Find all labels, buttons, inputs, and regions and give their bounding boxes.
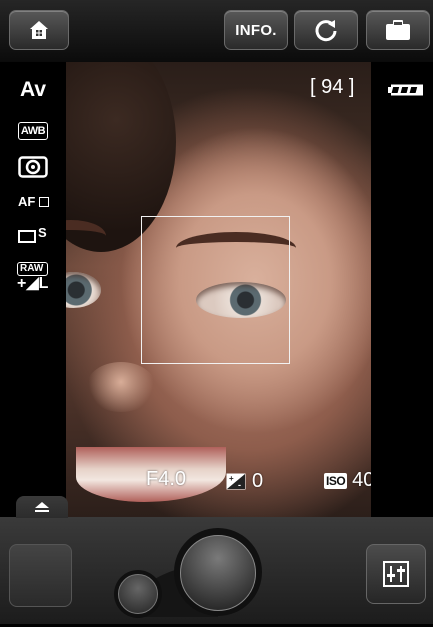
refresh-button[interactable] (294, 10, 358, 50)
settings-button[interactable] (366, 544, 426, 604)
refresh-icon (315, 20, 337, 42)
exposure-compensation: + - 0 (226, 470, 263, 493)
shots-remaining: [ 94 ] (310, 76, 355, 98)
live-view-nose (86, 362, 156, 412)
quality-jpeg-label: +◢L (17, 275, 49, 292)
svg-text:+: + (229, 474, 234, 483)
camera-icon (386, 20, 410, 40)
ev-comp-value: 0 (252, 470, 264, 492)
single-shot-drive-icon (18, 230, 36, 243)
af-mode[interactable]: AF (18, 194, 50, 209)
iso-value: 400 (352, 469, 371, 491)
aperture-value: F4.0 (146, 468, 187, 490)
shooting-mode[interactable]: Av (20, 78, 46, 102)
camera-button[interactable] (366, 10, 430, 50)
drive-mode[interactable]: S (18, 225, 47, 243)
live-view-eye-left (66, 272, 101, 308)
exposure-compensation-icon: + - (226, 473, 246, 490)
left-settings-panel: Av AWB AF S RAW +◢L (0, 62, 66, 517)
af-point-icon (39, 196, 50, 207)
expand-panel-tab[interactable] (16, 496, 68, 518)
home-icon (30, 21, 48, 39)
top-toolbar: INFO. (0, 0, 433, 62)
sliders-icon (383, 561, 409, 587)
svg-text:-: - (238, 480, 241, 490)
af-button[interactable] (118, 574, 158, 614)
battery-indicator (388, 83, 424, 96)
last-image-thumbnail[interactable] (9, 544, 72, 607)
home-button[interactable] (9, 10, 69, 50)
white-balance-label: AWB (20, 125, 46, 137)
iso-setting: ISO 400 (324, 469, 371, 492)
drive-suffix: S (38, 225, 47, 240)
quality-raw-label: RAW (17, 262, 49, 276)
info-button[interactable]: INFO. (224, 10, 288, 50)
live-view-image[interactable]: F4.0 + - 0 ISO 400 (66, 62, 371, 517)
af-focus-frame[interactable] (141, 216, 290, 364)
white-balance[interactable]: AWB (18, 122, 48, 140)
evaluative-metering-icon (18, 156, 48, 178)
battery-icon (388, 84, 423, 96)
right-status-panel (371, 62, 433, 517)
af-mode-label: AF (18, 194, 36, 209)
iso-icon: ISO (324, 472, 348, 489)
metering-mode[interactable] (18, 156, 48, 183)
image-quality[interactable]: RAW +◢L (17, 262, 49, 292)
shutter-button[interactable] (180, 535, 256, 611)
eject-icon (35, 502, 49, 512)
